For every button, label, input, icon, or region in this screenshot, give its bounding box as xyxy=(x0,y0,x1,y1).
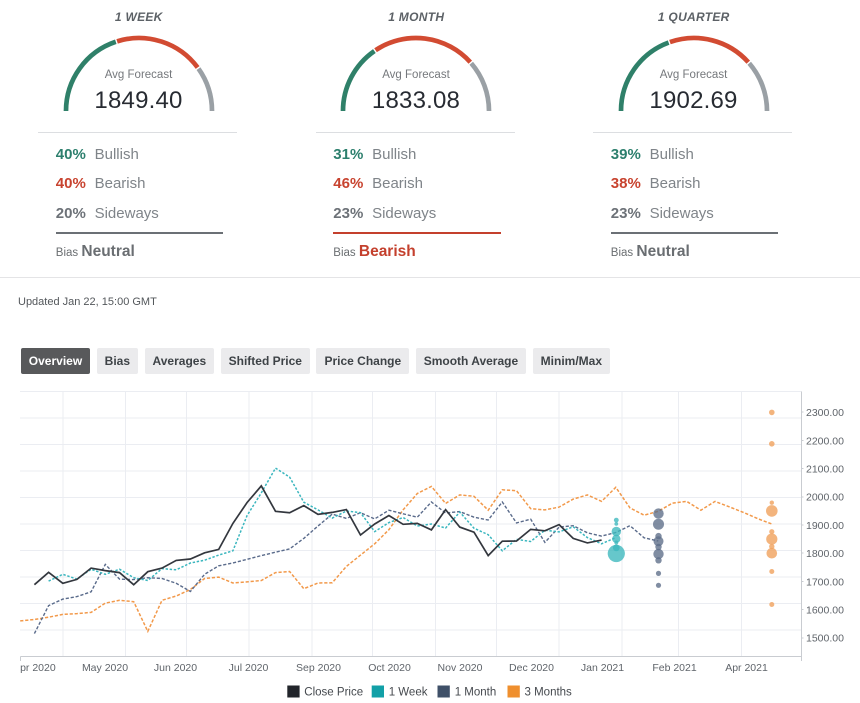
svg-text:1 Month: 1 Month xyxy=(455,687,497,699)
svg-text:2200.00: 2200.00 xyxy=(806,435,844,447)
svg-text:May 2020: May 2020 xyxy=(82,662,128,674)
svg-text:Apr 2021: Apr 2021 xyxy=(725,662,768,674)
svg-text:Feb 2021: Feb 2021 xyxy=(652,662,697,674)
svg-text:Oct 2020: Oct 2020 xyxy=(368,662,411,674)
svg-text:Jul 2020: Jul 2020 xyxy=(229,662,269,674)
svg-text:Dec 2020: Dec 2020 xyxy=(509,662,554,674)
svg-text:2100.00: 2100.00 xyxy=(806,464,844,476)
svg-text:2300.00: 2300.00 xyxy=(806,407,844,419)
svg-text:Apr 2020: Apr 2020 xyxy=(20,662,56,674)
svg-text:1 Week: 1 Week xyxy=(389,687,428,699)
svg-text:Jan 2021: Jan 2021 xyxy=(581,662,624,674)
svg-text:1500.00: 1500.00 xyxy=(806,633,844,645)
svg-text:1600.00: 1600.00 xyxy=(806,605,844,617)
svg-text:Nov 2020: Nov 2020 xyxy=(438,662,483,674)
svg-text:1800.00: 1800.00 xyxy=(806,548,844,560)
svg-text:Jun 2020: Jun 2020 xyxy=(154,662,197,674)
svg-text:Close Price: Close Price xyxy=(304,687,363,699)
svg-text:2000.00: 2000.00 xyxy=(806,492,844,504)
svg-text:1900.00: 1900.00 xyxy=(806,520,844,532)
svg-text:1700.00: 1700.00 xyxy=(806,576,844,588)
svg-text:3 Months: 3 Months xyxy=(525,687,573,699)
svg-text:Sep 2020: Sep 2020 xyxy=(296,662,341,674)
